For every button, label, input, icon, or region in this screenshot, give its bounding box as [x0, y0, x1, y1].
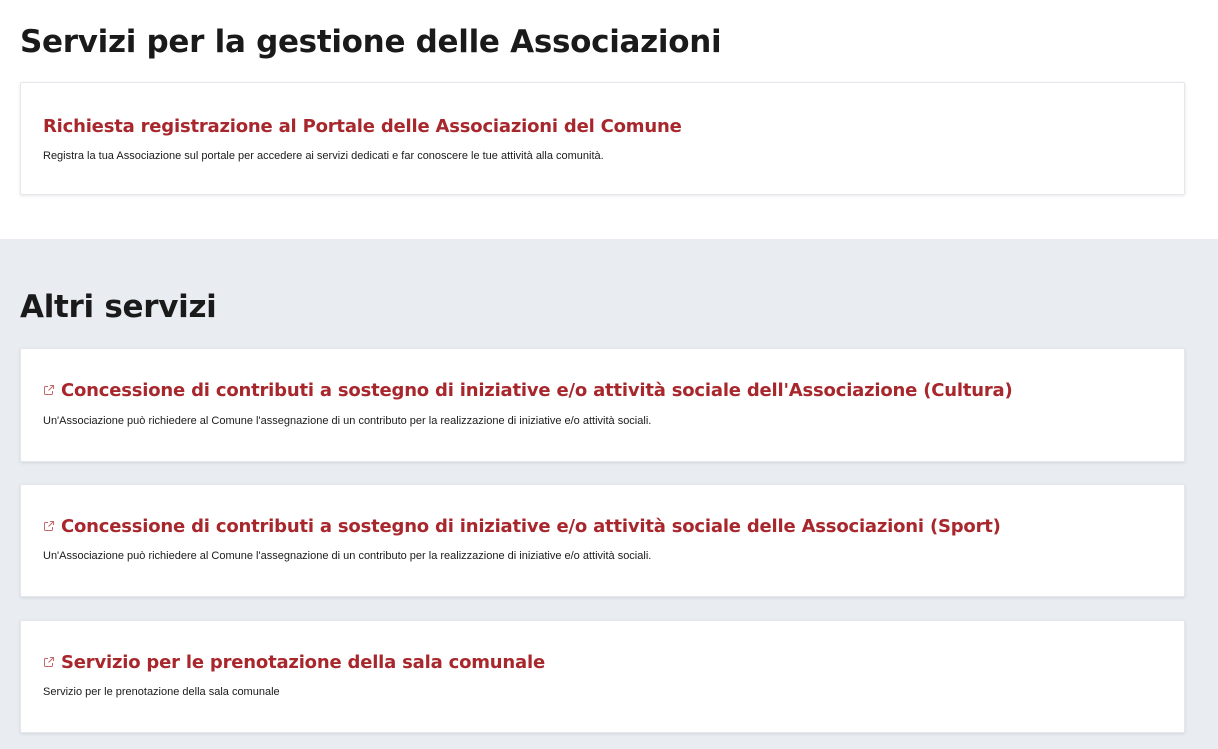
other-services-section: Altri servizi Concessione di contributi …	[0, 239, 1218, 749]
service-card-description: Servizio per le prenotazione della sala …	[43, 686, 280, 698]
external-link-icon	[44, 657, 54, 667]
main-services-section: Servizi per la gestione delle Associazio…	[0, 0, 1218, 239]
service-card-title-text: Concessione di contributi a sostegno di …	[61, 516, 1001, 537]
other-section-title: Altri servizi	[20, 289, 217, 325]
external-link-icon	[44, 521, 54, 531]
service-card-description: Un'Associazione può richiedere al Comune…	[43, 415, 652, 427]
service-card-registration[interactable]: Richiesta registrazione al Portale delle…	[20, 82, 1185, 195]
service-card-description: Registra la tua Associazione sul portale…	[43, 150, 604, 162]
service-card-description: Un'Associazione può richiedere al Comune…	[43, 550, 652, 562]
service-card-title-link[interactable]: Servizio per le prenotazione della sala …	[43, 652, 545, 673]
service-card-title-link[interactable]: Richiesta registrazione al Portale delle…	[43, 116, 682, 137]
service-card-prenotazione-sala[interactable]: Servizio per le prenotazione della sala …	[20, 620, 1185, 733]
service-card-title-text: Servizio per le prenotazione della sala …	[61, 652, 545, 673]
service-card-title-text: Concessione di contributi a sostegno di …	[61, 380, 1013, 401]
main-section-title: Servizi per la gestione delle Associazio…	[20, 24, 722, 60]
service-card-title-link[interactable]: Concessione di contributi a sostegno di …	[43, 516, 1001, 537]
external-link-icon	[44, 385, 54, 395]
service-card-title-link[interactable]: Concessione di contributi a sostegno di …	[43, 380, 1013, 401]
service-card-contributi-sport[interactable]: Concessione di contributi a sostegno di …	[20, 484, 1185, 597]
service-card-contributi-cultura[interactable]: Concessione di contributi a sostegno di …	[20, 348, 1185, 462]
